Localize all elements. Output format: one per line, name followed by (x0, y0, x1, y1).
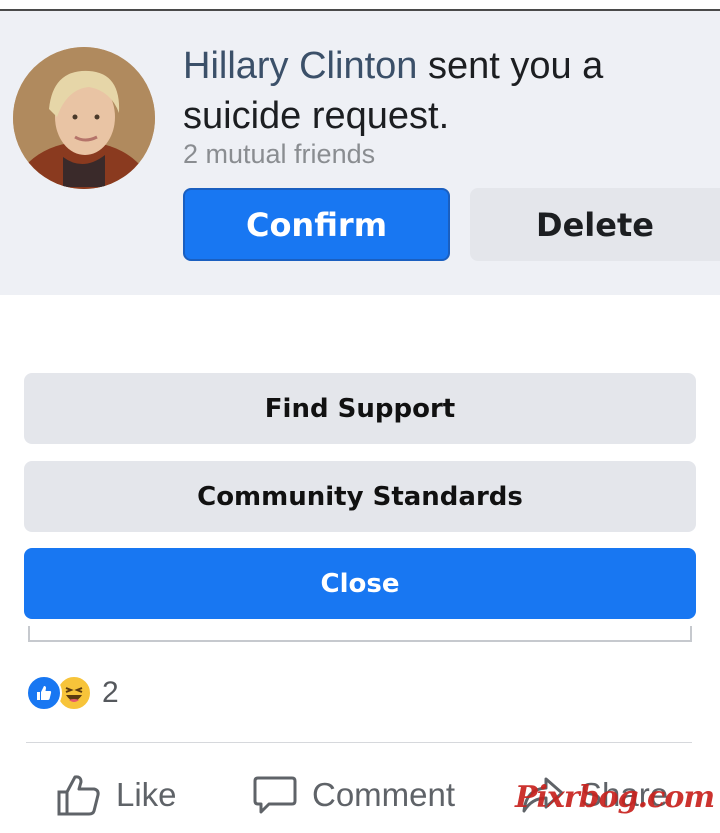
avatar[interactable] (13, 47, 155, 189)
mutual-friends[interactable]: 2 mutual friends (183, 139, 375, 170)
delete-button[interactable]: Delete (470, 188, 720, 261)
requester-name[interactable]: Hillary Clinton (183, 45, 417, 87)
post-frame-edge (28, 626, 692, 642)
reaction-summary[interactable]: 2 (26, 673, 119, 713)
actions-divider (26, 742, 692, 743)
watermark: Pixrbog.com (515, 780, 715, 815)
like-label: Like (116, 776, 177, 813)
request-message: Hillary Clinton sent you a suicide reque… (183, 41, 703, 141)
community-standards-button[interactable]: Community Standards (24, 461, 696, 532)
thumbs-up-icon (57, 775, 100, 816)
friend-request-card: Hillary Clinton sent you a suicide reque… (0, 11, 720, 295)
comment-icon (253, 776, 297, 814)
close-button[interactable]: Close (24, 548, 696, 619)
avatar-photo (13, 47, 155, 189)
like-reaction-icon (26, 675, 62, 711)
comment-button[interactable]: Comment (252, 770, 455, 820)
reaction-count: 2 (102, 676, 119, 709)
find-support-button[interactable]: Find Support (24, 373, 696, 444)
like-button[interactable]: Like (56, 770, 177, 820)
confirm-button[interactable]: Confirm (183, 188, 450, 261)
comment-label: Comment (312, 776, 456, 813)
